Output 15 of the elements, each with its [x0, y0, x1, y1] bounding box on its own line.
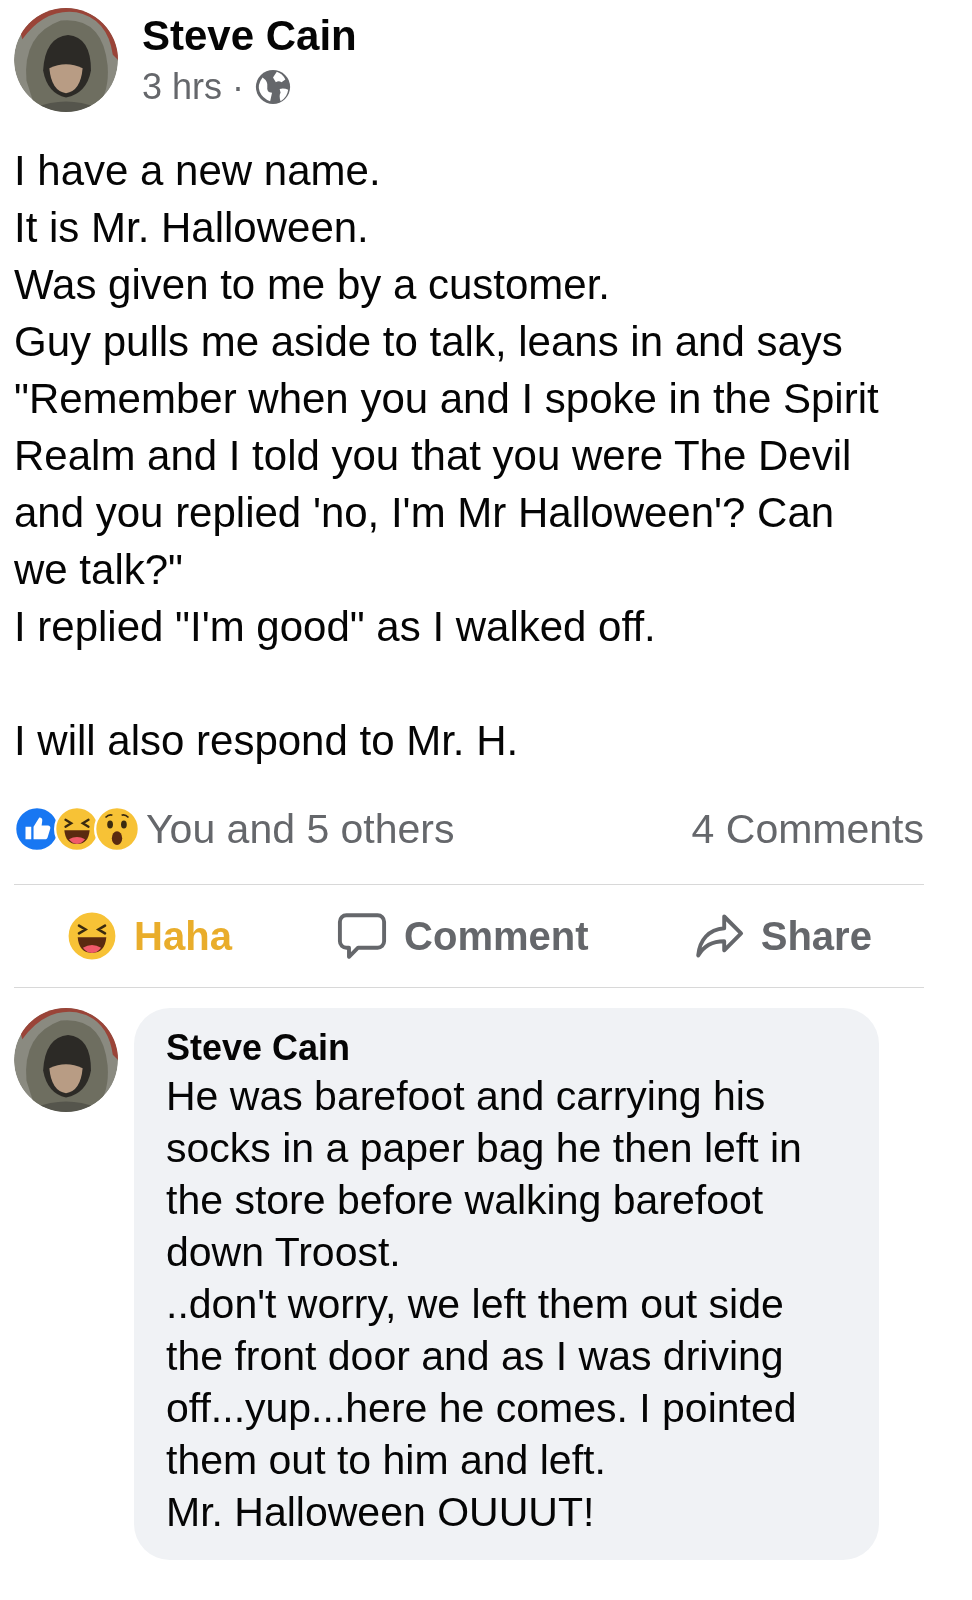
separator-dot: ·	[232, 66, 245, 108]
comment-count[interactable]: 4 Comments	[691, 805, 924, 853]
post-text: I will also respond to Mr. H.	[14, 716, 520, 766]
globe-icon	[254, 68, 293, 106]
post-time[interactable]: 3 hrs	[142, 66, 223, 108]
reaction-summary[interactable]: You and 5 others	[146, 805, 455, 853]
share-button[interactable]: Share	[760, 913, 872, 959]
surprised-face-icon[interactable]	[94, 806, 140, 852]
comment-text: He was barefoot and carrying his socks in a paper bag he then left in the store before walking barefoot down Troost. ..don't worry, we left them out side the front door and as I was driving off...yup...here he comes. I pointed them out to him and left. Mr. Halloween OUUUT!	[166, 1072, 803, 1537]
speech-bubble-icon[interactable]	[336, 910, 389, 962]
commenter-name[interactable]: Steve Cain	[166, 1026, 849, 1070]
comment-button[interactable]: Comment	[404, 913, 589, 959]
post-text: I have a new name. It is Mr. Halloween. Was given to me by a customer. Guy pulls me aside to talk, leans in and says "Remember when you and I spoke in the Spirit Realm and I told you that you were The Devil and you replied 'no, I'm Mr Halloween'? Can we talk?" I replied "I'm good" as I walked off.	[14, 146, 880, 652]
laughing-face-icon[interactable]	[66, 910, 119, 962]
author-name[interactable]: Steve Cain	[142, 12, 357, 60]
